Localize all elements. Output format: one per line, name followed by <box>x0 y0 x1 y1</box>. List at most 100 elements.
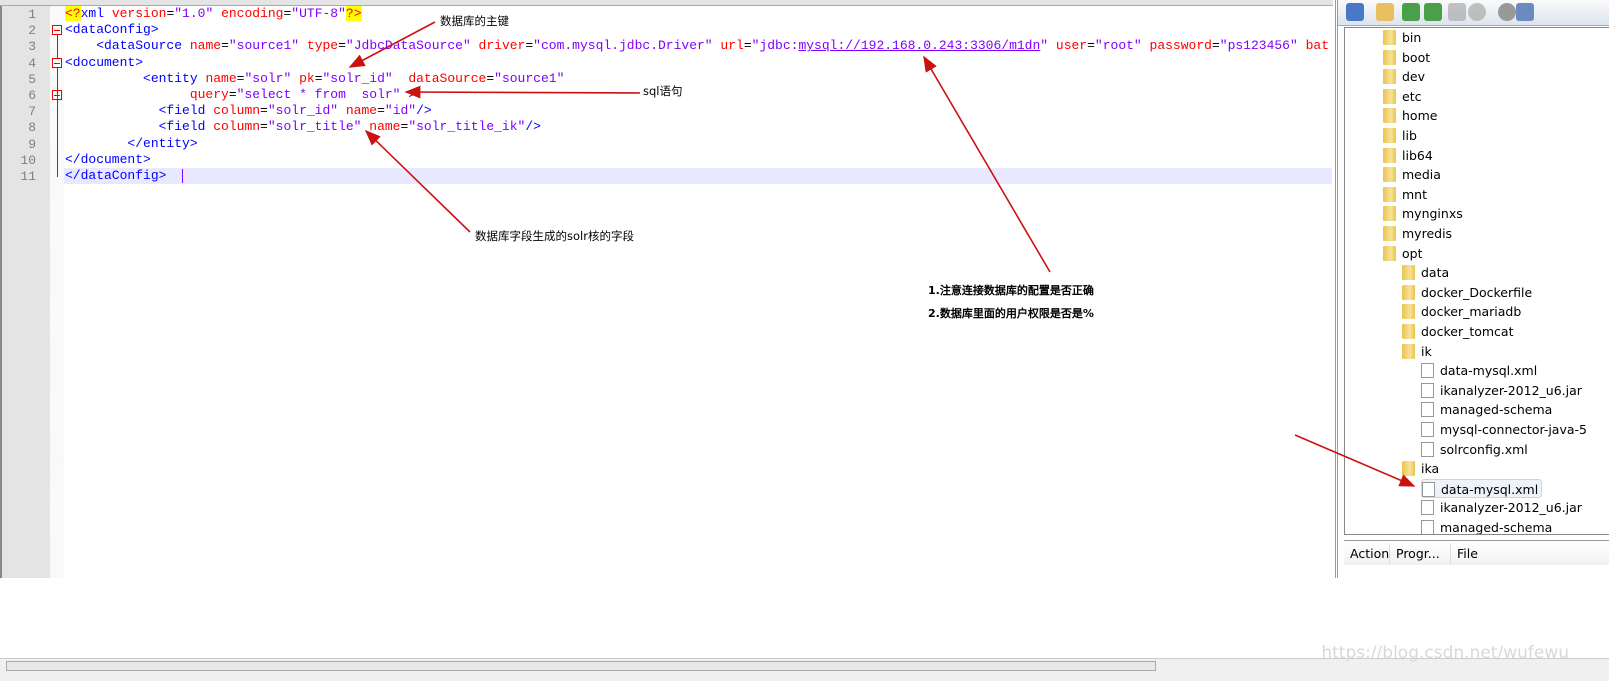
tree-folder[interactable]: boot <box>1383 48 1430 67</box>
open-folder-icon[interactable] <box>1376 3 1394 21</box>
token-tag: </document> <box>65 151 151 167</box>
tree-folder[interactable]: etc <box>1383 87 1421 106</box>
folder-icon <box>1383 147 1396 163</box>
folder-icon <box>1383 128 1396 143</box>
folder-icon <box>1383 49 1396 65</box>
scrollbar-thumb[interactable] <box>6 661 1156 671</box>
file-icon <box>1421 402 1434 418</box>
tree-file[interactable]: managed-schema <box>1421 518 1552 534</box>
token-attr: name <box>189 38 222 54</box>
token-ws <box>65 119 159 134</box>
line-number: 5 <box>28 71 36 87</box>
token-eq: = <box>314 70 323 86</box>
tree-item-label: home <box>1402 108 1438 124</box>
token-val: "root" <box>1094 38 1150 54</box>
token-eq: = <box>228 87 237 102</box>
folder-icon <box>1383 30 1396 45</box>
file-icon <box>1421 382 1434 398</box>
code-line[interactable]: </document> <box>64 152 1332 168</box>
file-icon <box>1422 481 1435 497</box>
tree-item-label: media <box>1402 167 1441 183</box>
code-line[interactable]: <entity name="solr" pk="solr_id" dataSou… <box>64 71 1332 87</box>
tree-folder[interactable]: data <box>1402 263 1449 282</box>
tree-file[interactable]: data-mysql.xml <box>1421 361 1537 380</box>
code-line[interactable]: query="select * from solr" > <box>64 87 1332 103</box>
file-browser-toolbar <box>1338 0 1609 26</box>
watermark: https://blog.csdn.net/wufewu <box>1321 643 1569 663</box>
stop-icon[interactable] <box>1468 3 1486 21</box>
token-val: "source1" <box>494 70 565 86</box>
column-progress[interactable]: Progr... <box>1390 543 1451 565</box>
folder-icon <box>1383 226 1396 241</box>
code-line[interactable]: </dataConfig> <box>64 168 1332 184</box>
token-tag: > <box>408 87 417 102</box>
folder-icon <box>1383 167 1396 183</box>
fold-toggle-dataconfig[interactable] <box>52 25 62 36</box>
token-tag: <dataConfig> <box>65 22 159 38</box>
token-eq: = <box>221 38 229 54</box>
token-tag: <entity <box>143 70 206 86</box>
tree-folder[interactable]: docker_tomcat <box>1402 322 1514 341</box>
token-eq: = <box>743 38 752 54</box>
tree-folder[interactable]: media <box>1383 165 1441 184</box>
remote-file-tree[interactable]: bin boot dev etc home lib lib64 media mnt mynginx… <box>1344 27 1609 535</box>
tree-item-label: lib64 <box>1402 147 1433 163</box>
token-eq: = <box>338 38 346 54</box>
tree-folder[interactable]: home <box>1383 106 1437 125</box>
tree-folder[interactable]: lib <box>1383 126 1417 145</box>
tree-folder[interactable]: ika <box>1402 459 1439 478</box>
tree-item-label: mynginxs <box>1402 206 1463 222</box>
token-val: "solr" <box>244 70 300 86</box>
token-val: "com.mysql.jdbc.Driver" <box>533 38 721 54</box>
tree-item-label: ika <box>1421 461 1440 477</box>
line-number: 4 <box>28 55 36 71</box>
tree-item-label: dev <box>1402 69 1426 85</box>
tree-file[interactable]: data-mysql.xml <box>1421 478 1543 498</box>
fold-toggle-document[interactable] <box>52 57 62 68</box>
settings-icon[interactable] <box>1498 3 1516 21</box>
tree-file[interactable]: ikanalyzer-2012_u6.jar <box>1421 498 1582 517</box>
tree-folder[interactable]: lib64 <box>1383 146 1433 165</box>
column-file[interactable]: File <box>1451 543 1609 565</box>
code-line[interactable]: <dataConfig> <box>64 22 1332 38</box>
tree-folder[interactable]: dev <box>1383 67 1425 86</box>
code-line[interactable]: <field column="solr_title" name="solr_ti… <box>64 119 1332 135</box>
tree-file[interactable]: mysql-connector-java-5 <box>1421 420 1587 439</box>
connect-icon[interactable] <box>1346 3 1364 21</box>
token-tag: /> <box>525 119 541 135</box>
file-icon <box>1421 422 1434 437</box>
note-db-config: 1.注意连接数据库的配置是否正确 <box>928 284 1094 297</box>
tree-folder[interactable]: opt <box>1383 244 1422 263</box>
tree-folder[interactable]: myredis <box>1383 224 1452 243</box>
tree-folder[interactable]: docker_Dockerfile <box>1402 283 1532 302</box>
code-line[interactable]: </entity> <box>64 136 1332 152</box>
token-eq: = <box>1087 38 1095 54</box>
token-attr: user <box>1055 38 1088 54</box>
tree-file[interactable]: ikanalyzer-2012_u6.jar <box>1421 381 1582 400</box>
code-line[interactable]: <dataSource name="source1" type="JdbcDat… <box>64 38 1332 54</box>
code-line[interactable]: <document> <box>64 55 1332 71</box>
token-attr: type <box>306 38 339 54</box>
tree-folder[interactable]: mynginxs <box>1383 204 1463 223</box>
token-eq: = <box>260 103 268 119</box>
tree-folder[interactable]: bin <box>1383 28 1421 47</box>
tree-folder[interactable]: ik <box>1402 342 1432 361</box>
token-val: " <box>1040 38 1056 54</box>
refresh-icon[interactable] <box>1448 3 1466 21</box>
tree-folder[interactable]: docker_mariadb <box>1402 302 1521 321</box>
download-icon[interactable] <box>1402 3 1420 21</box>
list-view-icon[interactable] <box>1516 3 1534 21</box>
column-action[interactable]: Action <box>1344 543 1390 565</box>
tree-file[interactable]: solrconfig.xml <box>1421 440 1528 459</box>
folder-icon <box>1383 245 1396 261</box>
code-line[interactable]: <field column="solr_id" name="id"/> <box>64 103 1332 119</box>
fold-line <box>57 67 58 177</box>
code-line[interactable]: <?xml version="1.0" encoding="UTF-8"?> <box>64 6 1332 22</box>
line-number: 11 <box>20 169 36 184</box>
upload-icon[interactable] <box>1424 3 1442 21</box>
tree-folder[interactable]: mnt <box>1383 185 1427 204</box>
tree-item-label: myredis <box>1402 226 1453 241</box>
tree-file[interactable]: managed-schema <box>1421 400 1552 419</box>
folder-icon <box>1383 108 1396 124</box>
folder-icon <box>1402 461 1415 477</box>
